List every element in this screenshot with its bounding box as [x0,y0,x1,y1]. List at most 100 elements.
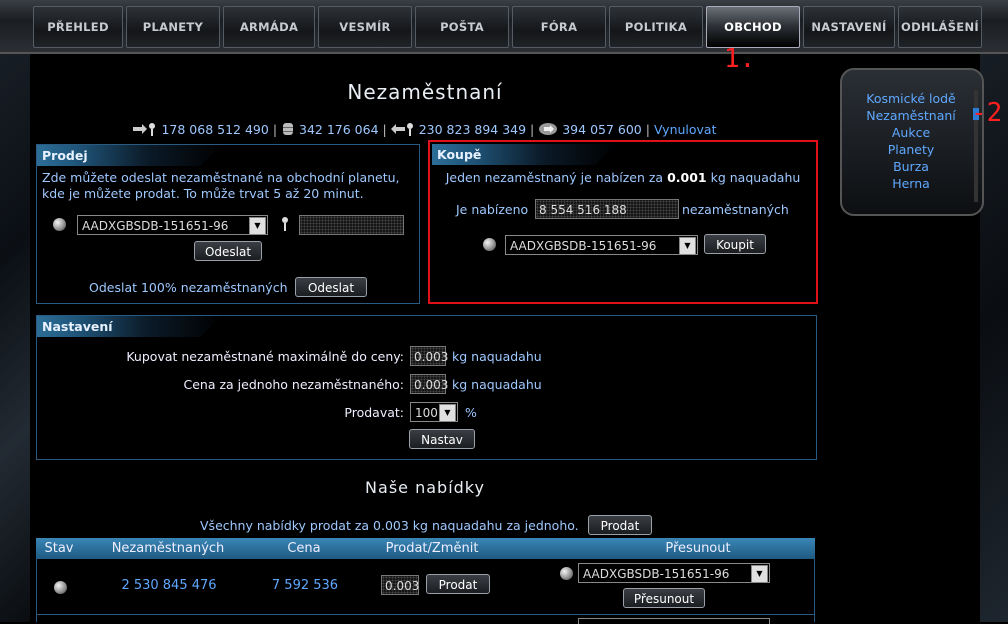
tab-odhlaseni[interactable]: ODHLÁŠENÍ [898,6,982,48]
resource-1-value: 178 068 512 490 [161,122,269,137]
buy-offer-price: 0.001 [667,170,707,185]
sell-all-offers-label: Všechny nabídky prodat za 0.003 kg naqua… [200,518,579,533]
buy-offered-label: Je nabízeno [456,202,529,217]
row-planet-select[interactable]: AADXGBSDB-151651-96 ▼ [578,563,770,583]
send-all-button[interactable]: Odeslat [295,277,367,297]
worker-icon [280,217,290,231]
buy-offer-pre: Jeden nezaměstnaný je nabízen za [445,170,664,185]
sidebar-menu: Kosmické lodě Nezaměstnaní Aukce Planety… [840,68,984,216]
percent-sign: % [465,405,477,420]
next-row-partial [36,615,815,624]
tab-nastaveni[interactable]: NASTAVENÍ [803,6,895,48]
background-right [980,0,1008,622]
sidebar-item-planety[interactable]: Planety [856,141,966,158]
buy-offered-value: 8 554 516 188 [535,199,679,219]
sell-panel: Prodej Zde můžete odeslat nezaměstnané n… [36,144,420,304]
arrow-out-icon [390,122,415,139]
tab-politika[interactable]: POLITIKA [609,6,703,48]
page-title: Nezaměstnaní [347,80,503,104]
save-settings-button[interactable]: Nastav [409,429,475,449]
row-planet-value: AADXGBSDB-151651-96 [583,567,730,581]
col-stav: Stav [44,541,74,556]
buy-offer-post: kg naquadahu [710,170,801,185]
max-price-unit: kg naquadahu [452,349,542,364]
col-move: Přesunout [665,541,731,556]
sell-planet-select[interactable]: AADXGBSDB-151651-96 ▼ [77,215,268,235]
sidebar-item-kosmicke-lode[interactable]: Kosmické lodě [856,90,966,107]
tab-armada[interactable]: ARMÁDA [223,6,315,48]
price-unit: kg naquadahu [452,377,542,392]
separator: | [645,122,650,137]
chevron-down-icon: ▼ [751,565,768,583]
settings-panel: Nastavení Kupovat nezaměstnané maximálně… [36,315,817,460]
sell-panel-heading: Prodej [37,145,222,166]
separator: | [382,122,387,137]
sidebar-item-nezamestnani[interactable]: Nezaměstnaní [856,107,966,124]
background-left [0,0,30,622]
table-row: 2 530 845 476 7 592 536 0.003 Prodat AAD… [36,559,815,615]
sidebar-item-aukce[interactable]: Aukce [856,124,966,141]
transfer-icon [538,122,558,139]
barrel-icon [281,122,295,139]
tab-posta[interactable]: POŠTA [415,6,509,48]
separator: | [272,122,278,137]
col-count: Nezaměstnaných [111,541,225,556]
row-price-input[interactable]: 0.003 [381,575,419,595]
reset-link[interactable]: Vynulovat [654,122,717,137]
tab-fora[interactable]: FÓRA [512,6,606,48]
buy-offered-unit: nezaměstnaných [682,202,789,217]
offers-table-header: Stav Nezaměstnaných Cena Prodat/Změnit P… [36,538,815,559]
sell-send-button[interactable]: Odeslat [194,241,262,261]
col-price: Cena [287,541,321,556]
tab-obchod[interactable]: OBCHOD [706,6,800,48]
tab-planety[interactable]: PLANETY [126,6,220,48]
sell-all-offers-button[interactable]: Prodat [588,515,652,535]
separator: | [530,122,535,137]
chevron-down-icon: ▼ [249,217,266,235]
col-sell-change: Prodat/Změnit [385,541,479,556]
arrow-in-icon [133,122,157,139]
settings-panel-heading: Nastavení [37,316,222,337]
sell-amount-input[interactable] [299,215,404,235]
buy-button[interactable]: Koupit [704,234,766,254]
planet-icon [483,238,496,251]
sell-description: Zde můžete odeslat nezaměstnané na obcho… [42,170,400,201]
buy-planet-select[interactable]: AADXGBSDB-151651-96 ▼ [505,235,698,255]
resource-2-value: 342 176 064 [299,122,379,137]
annotation-2: -2. [971,98,1008,128]
sell-percent-value: 100 [415,406,438,420]
sell-planet-value: AADXGBSDB-151651-96 [82,219,229,233]
next-row-select-partial[interactable] [578,618,770,624]
chevron-down-icon: ▼ [439,404,456,422]
sidebar-item-burza[interactable]: Burza [856,158,966,175]
price-label: Cena za jednoho nezaměstnaného: [183,377,404,392]
chevron-down-icon: ▼ [679,237,696,255]
buy-panel-heading: Koupě [432,144,617,165]
annotation-1: 1. [724,44,756,74]
planet-icon [560,567,573,580]
row-move-button[interactable]: Přesunout [623,588,705,608]
status-globe-icon [54,581,67,594]
resource-bar: 178 068 512 490 | 342 176 064 | 230 823 … [30,122,820,139]
buy-panel: Koupě Jeden nezaměstnaný je nabízen za 0… [428,140,818,304]
send-all-label: Odeslat 100% nezaměstnaných [89,280,288,295]
resource-3-value: 230 823 894 349 [418,122,527,137]
max-price-label: Kupovat nezaměstnané maximálně do ceny: [126,349,404,364]
buy-offer-line: Jeden nezaměstnaný je nabízen za 0.001 k… [430,170,816,185]
tab-vesmir[interactable]: VESMÍR [318,6,412,48]
price-input[interactable]: 0.003 [410,374,448,394]
top-navigation-bar: PŘEHLED PLANETY ARMÁDA VESMÍR POŠTA FÓRA… [0,0,1008,54]
sell-percent-select[interactable]: 100 ▼ [410,402,458,422]
row-price: 7 592 536 [271,578,339,593]
main-nav: PŘEHLED PLANETY ARMÁDA VESMÍR POŠTA FÓRA… [33,6,982,48]
buy-planet-value: AADXGBSDB-151651-96 [510,239,657,253]
sidebar-item-herna[interactable]: Herna [856,175,966,192]
max-price-input[interactable]: 0.003 [410,346,448,366]
resource-4-value: 394 057 600 [562,122,642,137]
planet-icon [53,218,66,231]
row-count: 2 530 845 476 [121,578,217,593]
offers-heading: Naše nabídky [365,478,485,497]
sell-percent-label: Prodavat: [344,405,404,420]
tab-prehled[interactable]: PŘEHLED [33,6,123,48]
row-sell-button[interactable]: Prodat [426,574,490,594]
